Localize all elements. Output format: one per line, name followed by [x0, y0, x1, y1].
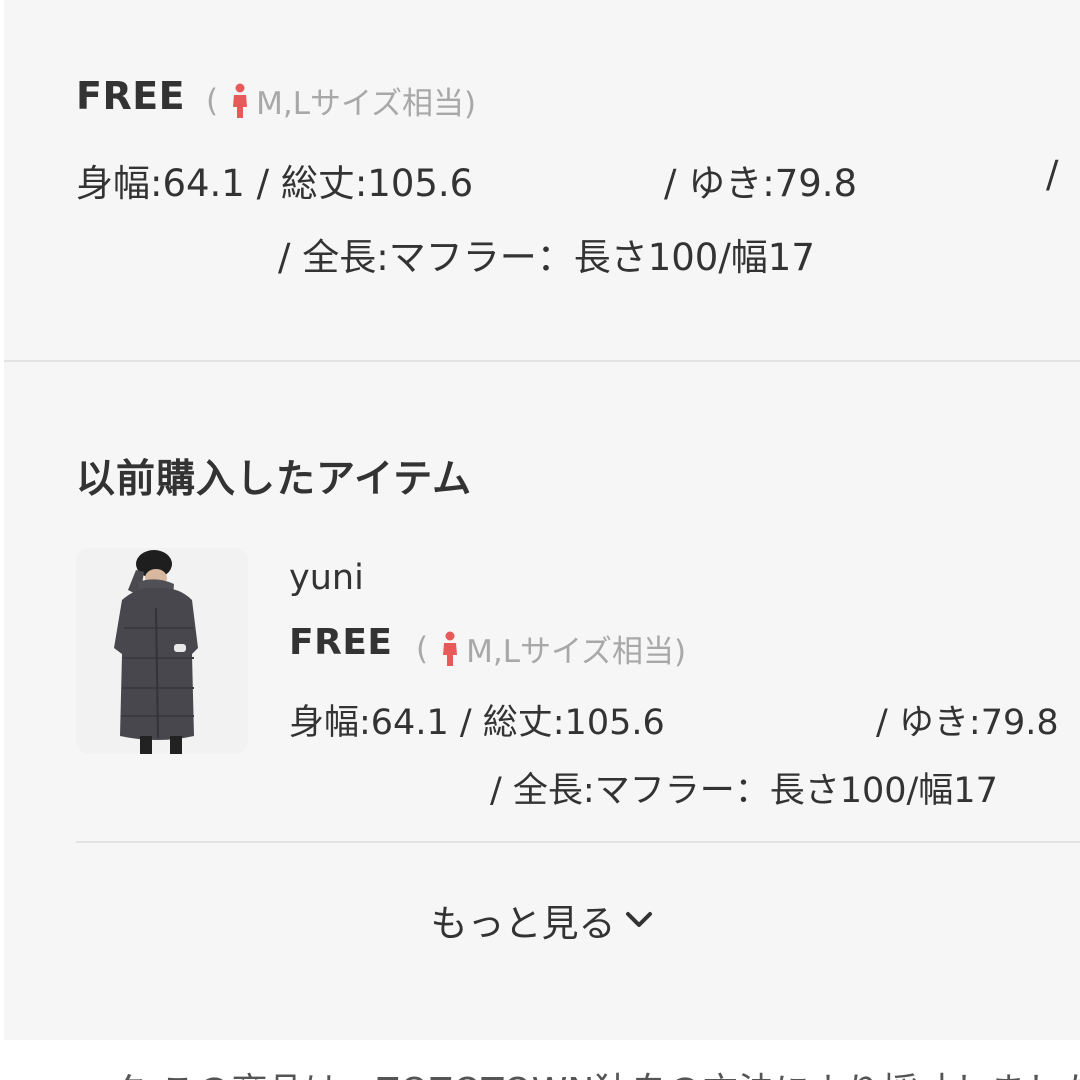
item-measurement-body-length: 身幅:64.1 / 総丈:105.6	[289, 703, 665, 743]
size-note-paren: (	[206, 82, 219, 119]
female-icon	[443, 631, 458, 666]
measurement-separator: /	[1046, 153, 1059, 196]
size-label: FREE	[76, 74, 186, 118]
section-divider	[4, 360, 1080, 362]
coat-photo	[76, 548, 248, 754]
item-size-equivalent-note: ( M,Lサイズ相当)	[416, 626, 686, 671]
see-more-button[interactable]: もっと見る	[4, 893, 1080, 947]
measurement-body-length: 身幅:64.1 / 総丈:105.6	[76, 162, 474, 205]
brand-name[interactable]: yuni	[289, 558, 364, 598]
size-note-text: M,Lサイズ相当)	[256, 86, 477, 122]
item-size-note-paren: (	[416, 630, 429, 667]
measurement-note-text: ーク この商品は、ZOZOTOWN独自の方法により採寸しました	[76, 1062, 1080, 1080]
item-measurement-sleeve: / ゆき:79.8	[876, 703, 1059, 743]
measurement-note-panel: ーク この商品は、ZOZOTOWN独自の方法により採寸しました	[4, 1040, 1080, 1080]
item-size-label: FREE	[289, 622, 393, 663]
chevron-down-icon	[625, 912, 652, 927]
see-more-label: もっと見る	[430, 902, 616, 945]
list-divider	[76, 841, 1080, 843]
female-icon	[233, 83, 248, 118]
measurement-total-length: / 全長:マフラー：長さ100/幅17	[278, 236, 815, 279]
item-measurement-total-length: / 全長:マフラー：長さ100/幅17	[490, 771, 998, 811]
product-image[interactable]	[76, 548, 248, 754]
item-size-note-text: M,Lサイズ相当)	[466, 634, 687, 670]
measurement-sleeve: / ゆき:79.8	[664, 162, 858, 205]
size-equivalent-note: ( M,Lサイズ相当)	[206, 78, 476, 123]
page: FREE ( M,Lサイズ相当) 身幅:64.1 / 総丈:105.6 / ゆき…	[4, 0, 1080, 1080]
section-title-previous-purchases: 以前購入したアイテム	[76, 457, 473, 502]
